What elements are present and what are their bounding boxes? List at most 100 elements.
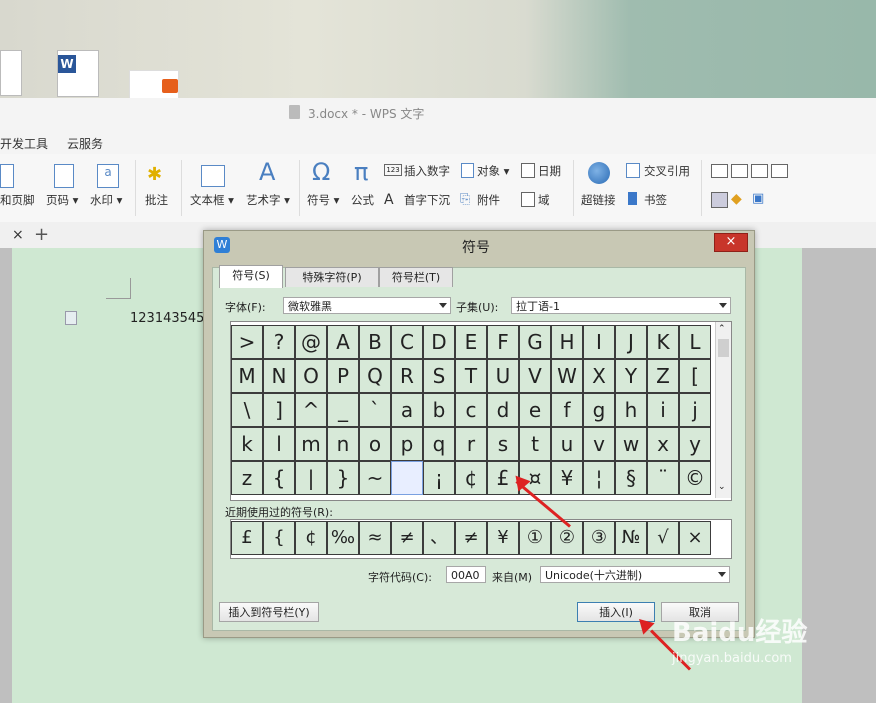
symbol-cell[interactable]: X [583,359,615,393]
date-button[interactable]: 日期 [538,163,561,179]
recent-symbol-cell[interactable]: № [615,521,647,555]
symbol-cell[interactable]: A [327,325,359,359]
symbol-cell[interactable]: k [231,427,263,461]
recent-symbol-cell[interactable]: ¢ [295,521,327,555]
symbol-cell[interactable]: C [391,325,423,359]
menu-item-cloud[interactable]: 云服务 [67,135,103,152]
symbol-cell[interactable]: ~ [359,461,391,495]
wordart-button[interactable]: 艺术字 ▾ [246,192,290,208]
symbol-cell[interactable]: e [519,393,551,427]
symbol-cell[interactable]: { [263,461,295,495]
symbol-cell[interactable]: x [647,427,679,461]
dialog-title-bar[interactable]: W 符号 × [204,231,754,259]
scroll-down-icon[interactable]: ⌄ [718,482,726,492]
form-checkbox-icon[interactable] [731,164,748,178]
symbol-cell[interactable]: Z [647,359,679,393]
recent-symbol-cell[interactable]: ‰ [327,521,359,555]
subset-select[interactable]: 拉丁语-1 [511,297,731,314]
new-tab-icon[interactable]: + [34,224,49,245]
field-button[interactable]: 域 [538,192,550,208]
form-shading-icon[interactable] [711,192,728,208]
recent-symbol-cell[interactable]: × [679,521,711,555]
symbol-cell[interactable]: K [647,325,679,359]
symbol-cell[interactable]: ? [263,325,295,359]
form-dropdown-icon[interactable] [751,164,768,178]
symbol-cell[interactable]: H [551,325,583,359]
symbol-cell[interactable]: E [455,325,487,359]
symbol-cell[interactable]: L [679,325,711,359]
spreadsheet-file-icon[interactable] [0,50,22,96]
recent-symbol-cell[interactable]: ≈ [359,521,391,555]
dialog-close-button[interactable]: × [714,233,748,252]
symbol-cell[interactable]: _ [327,393,359,427]
header-footer-button[interactable]: 和页脚 [0,192,35,208]
symbol-cell[interactable]: n [327,427,359,461]
symbol-cell[interactable]: ^ [295,393,327,427]
menu-item-dev-tools[interactable]: 开发工具 [0,135,48,152]
symbol-cell[interactable]: a [391,393,423,427]
formula-button[interactable]: 公式 [351,192,374,208]
tab-special-chars[interactable]: 特殊字符(P) [285,267,379,287]
recent-symbol-cell[interactable]: ③ [583,521,615,555]
from-select[interactable]: Unicode(十六进制) [540,566,730,583]
symbol-cell[interactable]: © [679,461,711,495]
ppt-file-icon[interactable] [129,70,179,100]
symbol-cell[interactable]: F [487,325,519,359]
bookmark-button[interactable]: 书签 [644,192,667,208]
symbol-cell[interactable]: ] [263,393,295,427]
recent-symbol-cell[interactable]: { [263,521,295,555]
symbol-cell[interactable]: ¨ [647,461,679,495]
symbol-cell[interactable]: l [263,427,295,461]
symbol-cell[interactable]: ¡ [423,461,455,495]
symbol-cell[interactable]: i [647,393,679,427]
word-file-icon[interactable]: W [57,50,99,97]
form-textfield-icon[interactable] [711,164,728,178]
symbol-cell[interactable]: ¢ [455,461,487,495]
attachment-button[interactable]: 附件 [477,192,500,208]
recent-symbol-cell[interactable]: £ [231,521,263,555]
symbol-cell[interactable]: Q [359,359,391,393]
symbol-cell[interactable]: d [487,393,519,427]
symbol-cell[interactable]: V [519,359,551,393]
scroll-up-icon[interactable]: ⌃ [718,324,726,334]
symbol-cell[interactable]: q [423,427,455,461]
close-tab-icon[interactable]: × [12,227,24,243]
symbol-cell[interactable]: b [423,393,455,427]
textbox-button[interactable]: 文本框 ▾ [190,192,234,208]
symbol-cell[interactable]: ¦ [583,461,615,495]
symbol-cell[interactable]: S [423,359,455,393]
recent-symbol-cell[interactable]: ① [519,521,551,555]
symbol-cell[interactable]: s [487,427,519,461]
symbol-cell[interactable] [391,461,423,495]
symbol-cell[interactable]: j [679,393,711,427]
symbol-cell[interactable]: p [391,427,423,461]
recent-symbol-cell[interactable]: √ [647,521,679,555]
symbol-cell[interactable]: M [231,359,263,393]
lock-icon[interactable]: ▣ [752,192,764,206]
symbol-cell[interactable]: B [359,325,391,359]
symbol-cell[interactable]: h [615,393,647,427]
symbol-cell[interactable]: ¥ [551,461,583,495]
recent-symbol-cell[interactable]: ≠ [455,521,487,555]
insert-to-symbol-bar-button[interactable]: 插入到符号栏(Y) [219,602,319,622]
symbol-cell[interactable]: Y [615,359,647,393]
eraser-icon[interactable]: ◆ [731,192,746,206]
crossref-button[interactable]: 交叉引用 [644,163,690,179]
symbol-cell[interactable]: > [231,325,263,359]
recent-symbol-cell[interactable]: ≠ [391,521,423,555]
tab-symbol-bar[interactable]: 符号栏(T) [379,267,453,287]
paragraph-menu-icon[interactable] [65,311,77,325]
symbol-cell[interactable]: O [295,359,327,393]
symbol-cell[interactable]: ` [359,393,391,427]
symbol-cell[interactable]: c [455,393,487,427]
symbol-cell[interactable]: N [263,359,295,393]
symbol-cell[interactable]: g [583,393,615,427]
symbol-button[interactable]: 符号 ▾ [307,192,339,208]
symbol-cell[interactable]: I [583,325,615,359]
tab-symbols[interactable]: 符号(S) [219,265,283,288]
symbol-cell[interactable]: } [327,461,359,495]
symbol-cell[interactable]: o [359,427,391,461]
symbol-cell[interactable]: P [327,359,359,393]
symbol-cell[interactable]: § [615,461,647,495]
recent-symbol-cell[interactable]: ¥ [487,521,519,555]
